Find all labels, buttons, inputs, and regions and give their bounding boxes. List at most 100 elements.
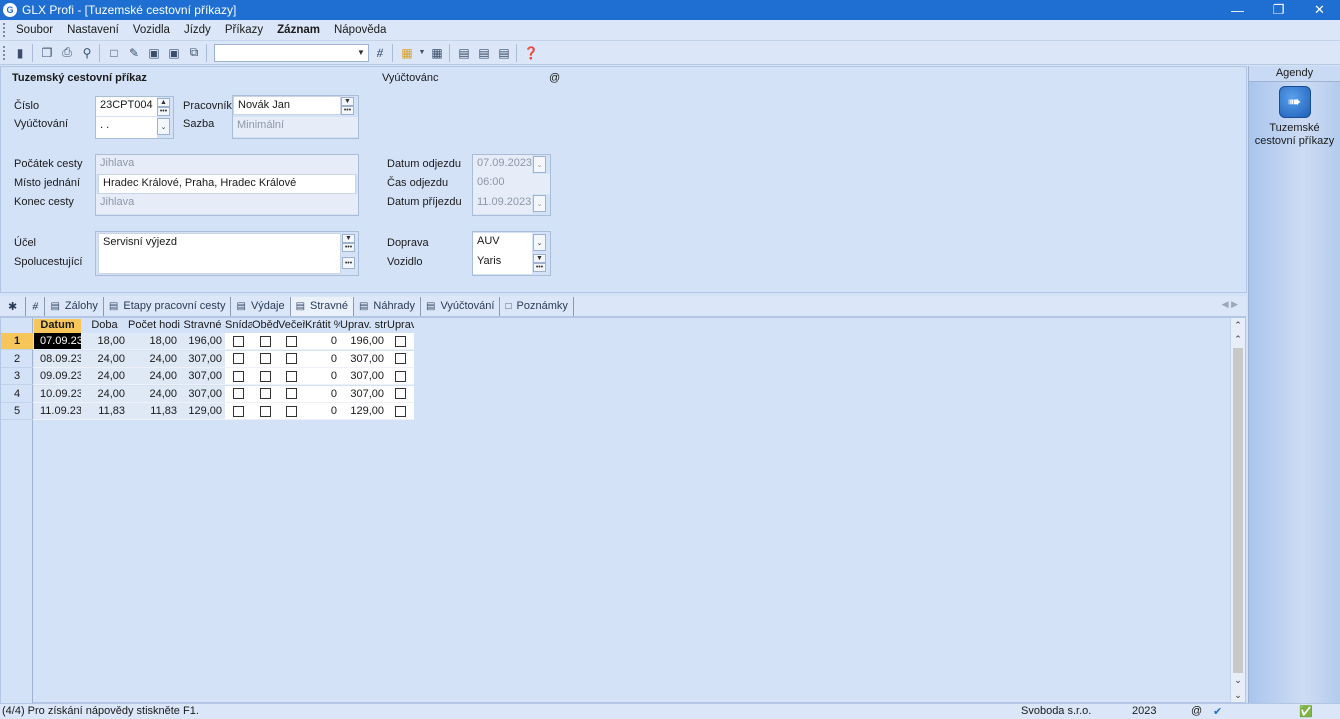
folder-icon[interactable]: ▦ xyxy=(398,44,416,62)
row-header[interactable]: 2 xyxy=(1,351,33,368)
new-record-icon[interactable]: □ xyxy=(105,44,123,62)
scroll-bottom-icon[interactable]: ⌄ xyxy=(1231,688,1245,702)
cell-obed-checkbox[interactable] xyxy=(252,403,278,420)
menu-napoveda[interactable]: Nápověda xyxy=(334,24,386,36)
menu-vozidla[interactable]: Vozidla xyxy=(133,24,170,36)
cell-kratit[interactable]: 0 xyxy=(305,403,340,420)
cell-datum[interactable]: 07.09.23 xyxy=(34,333,83,350)
checkbox[interactable] xyxy=(395,353,406,364)
cell-stravne[interactable]: 307,00 xyxy=(180,368,225,385)
column-header-uprav[interactable]: Uprav. stra xyxy=(340,319,387,333)
filter-combo[interactable]: ▼ xyxy=(214,43,369,62)
vertical-scrollbar[interactable]: ⌃ ⌃ ⌄ ⌄ xyxy=(1230,318,1245,702)
checkbox[interactable] xyxy=(259,335,271,347)
column-header-kratit[interactable]: Krátit % xyxy=(305,319,340,333)
menu-jizdy[interactable]: Jízdy xyxy=(184,24,211,36)
cell-vecer-checkbox[interactable] xyxy=(278,385,305,403)
cell-snida-checkbox[interactable] xyxy=(225,403,252,420)
cell-vecer-checkbox[interactable] xyxy=(278,333,305,350)
edit-record-icon[interactable]: ✎ xyxy=(125,44,143,62)
vozidlo-more-icon[interactable]: ••• xyxy=(533,263,546,272)
tab-vydaje[interactable]: ▤ Výdaje xyxy=(231,296,291,316)
checkbox[interactable] xyxy=(395,405,406,417)
checkbox[interactable] xyxy=(233,353,244,364)
column-header-doba[interactable]: Doba xyxy=(81,319,128,333)
cell-doba[interactable]: 11,83 xyxy=(81,403,128,420)
cell-pocet[interactable]: 24,00 xyxy=(128,368,180,385)
cell-doba[interactable]: 24,00 xyxy=(81,368,128,385)
cell-vecer-checkbox[interactable] xyxy=(278,403,305,420)
spolucestujici-more-icon[interactable]: ••• xyxy=(342,257,355,269)
asterisk-icon[interactable]: ✱ xyxy=(0,296,27,316)
checkbox[interactable] xyxy=(259,353,271,364)
duplicate-icon[interactable]: ⧉ xyxy=(185,44,203,62)
row-header[interactable]: 3 xyxy=(1,368,33,385)
chevron-down-icon[interactable]: ▼ xyxy=(355,46,367,60)
tab-nahrady[interactable]: ▤ Náhrady xyxy=(354,296,421,316)
cell-pocet[interactable]: 24,00 xyxy=(128,350,180,368)
cell-obed-checkbox[interactable] xyxy=(252,385,278,403)
filter-icon[interactable]: ⧣ xyxy=(371,44,389,62)
pracovnik-field[interactable]: Novák Jan xyxy=(233,96,341,115)
scrollbar-thumb[interactable] xyxy=(1233,348,1243,673)
calculator-icon[interactable]: ▦ xyxy=(428,44,446,62)
checkbox[interactable] xyxy=(259,405,271,417)
tab-zalohy[interactable]: ▤ Zálohy xyxy=(45,296,104,316)
funnel-icon[interactable]: ⧣ xyxy=(26,296,46,316)
cell-doba[interactable]: 18,00 xyxy=(81,333,128,350)
menu-nastaveni[interactable]: Nastavení xyxy=(67,24,119,36)
scroll-top-icon[interactable]: ⌃ xyxy=(1231,318,1245,332)
travel-orders-icon[interactable]: ➠ xyxy=(1278,86,1311,118)
close-button[interactable]: ✕ xyxy=(1299,0,1340,20)
cell-datum[interactable]: 08.09.23 xyxy=(34,350,83,368)
checkbox[interactable] xyxy=(259,370,271,382)
cislo-spin-icon[interactable]: ▲ xyxy=(157,98,170,107)
column-header-datum[interactable]: Datum xyxy=(34,319,81,333)
vyuctovani-dropdown-icon[interactable]: ⌄ xyxy=(157,118,170,135)
column-header-snida[interactable]: Snída xyxy=(225,319,252,333)
cell-obed-checkbox[interactable] xyxy=(252,350,278,368)
cell-stravne[interactable]: 307,00 xyxy=(180,350,225,368)
cell-vecer-checkbox[interactable] xyxy=(278,350,305,368)
ucel-more-icon[interactable]: ••• xyxy=(342,243,355,252)
checkbox[interactable] xyxy=(286,405,297,417)
misto-field[interactable]: Hradec Králové, Praha, Hradec Králové xyxy=(98,174,356,194)
scroll-up-icon[interactable]: ⌃ xyxy=(1231,332,1245,346)
ucel-dropdown-icon[interactable]: ▼ xyxy=(342,234,355,243)
context-help-icon[interactable]: ❓ xyxy=(522,44,540,62)
column-header-pocet[interactable]: Počet hodi xyxy=(128,319,180,333)
row-header[interactable]: 1 xyxy=(1,333,33,350)
minimize-button[interactable]: — xyxy=(1217,0,1258,20)
save-copy-icon[interactable]: ▣ xyxy=(165,44,183,62)
doprava-dropdown-icon[interactable]: ⌄ xyxy=(533,234,546,251)
checkbox[interactable] xyxy=(233,335,244,347)
cell-uprav[interactable]: 307,00 xyxy=(340,368,387,385)
cislo-more-icon[interactable]: ••• xyxy=(157,107,170,116)
cell-obed-checkbox[interactable] xyxy=(252,333,278,350)
cell-stravne[interactable]: 307,00 xyxy=(180,385,225,403)
column-header-obed[interactable]: Oběd xyxy=(252,319,278,333)
cell-stravne[interactable]: 129,00 xyxy=(180,403,225,420)
row-header[interactable]: 4 xyxy=(1,386,33,403)
checkbox[interactable] xyxy=(395,388,406,399)
cell-snida-checkbox[interactable] xyxy=(225,368,252,385)
cell-doba[interactable]: 24,00 xyxy=(81,385,128,403)
window-cascade-icon[interactable]: ▤ xyxy=(495,44,513,62)
cell-stravne[interactable]: 196,00 xyxy=(180,333,225,350)
tab-etapy[interactable]: ▤ Etapy pracovní cesty xyxy=(104,296,232,316)
folder-dropdown-icon[interactable]: ▼ xyxy=(418,44,426,62)
scroll-down-icon[interactable]: ⌄ xyxy=(1231,673,1245,687)
checkbox[interactable] xyxy=(233,370,244,382)
preview-icon[interactable]: ⚲ xyxy=(78,44,96,62)
cell-snida-checkbox[interactable] xyxy=(225,385,252,403)
cell-uprav[interactable]: 307,00 xyxy=(340,385,387,403)
restore-button[interactable]: ❐ xyxy=(1258,0,1299,20)
cell-snida-checkbox[interactable] xyxy=(225,350,252,368)
agendy-item-label[interactable]: Tuzemské cestovní příkazy xyxy=(1249,122,1340,148)
cell-snida-checkbox[interactable] xyxy=(225,333,252,350)
cell-uprav[interactable]: 129,00 xyxy=(340,403,387,420)
doprava-field[interactable]: AUV xyxy=(473,233,532,253)
checkbox[interactable] xyxy=(395,370,406,382)
tab-vyuctovani[interactable]: ▤ Vyúčtování xyxy=(421,296,501,316)
ucel-field[interactable]: Servisní výjezd xyxy=(98,233,341,274)
